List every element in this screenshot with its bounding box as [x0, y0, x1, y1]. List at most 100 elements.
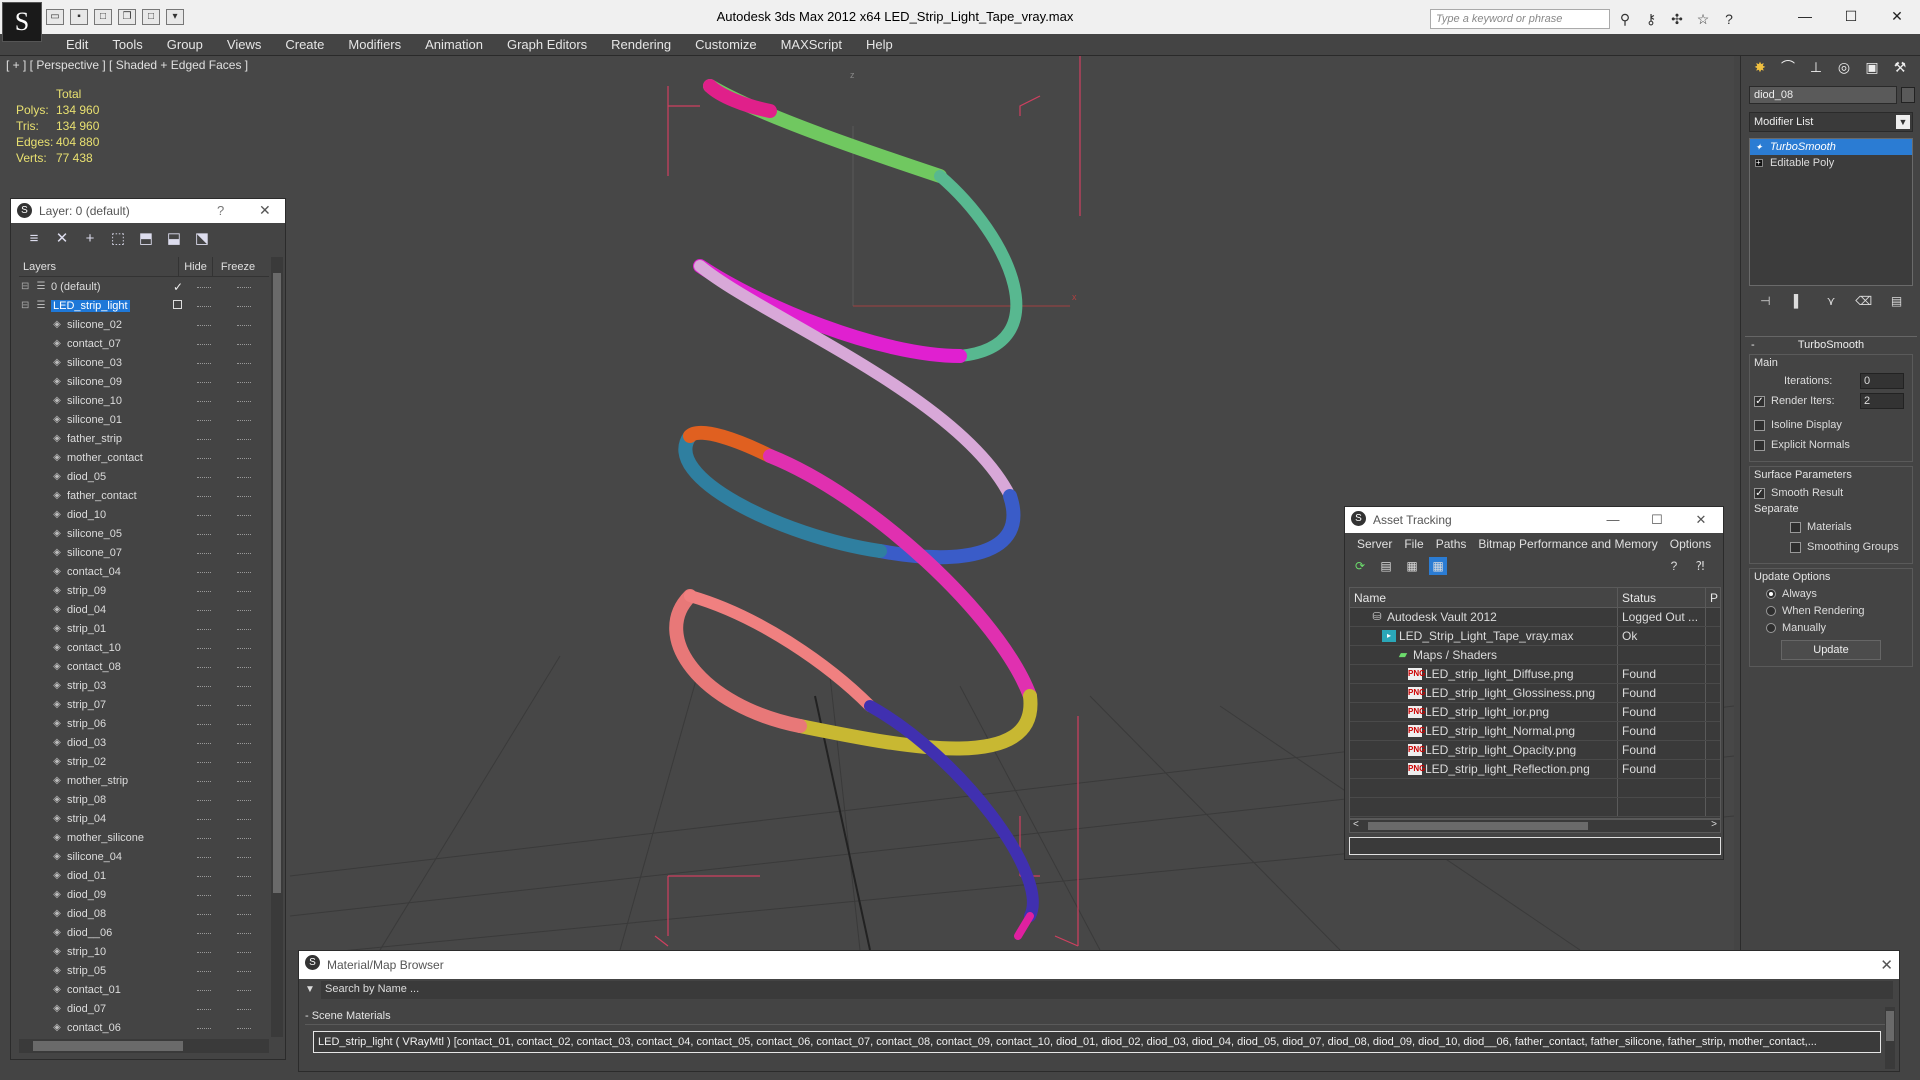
- hide-toggle[interactable]: [197, 534, 211, 535]
- utilities-tab-icon[interactable]: ⚒: [1889, 56, 1911, 78]
- layer-name[interactable]: strip_02: [67, 756, 106, 768]
- update-button[interactable]: Update: [1781, 640, 1881, 660]
- asset-tracking-titlebar[interactable]: S Asset Tracking — ☐ ✕: [1345, 507, 1723, 533]
- close-button[interactable]: ✕: [1874, 0, 1920, 32]
- layer-name[interactable]: father_contact: [67, 490, 137, 502]
- chevron-down-icon[interactable]: ▼: [1896, 115, 1910, 129]
- hide-toggle[interactable]: [197, 895, 211, 896]
- hide-toggle[interactable]: [197, 933, 211, 934]
- tools-icon[interactable]: ✣: [1668, 10, 1686, 28]
- hide-toggle[interactable]: [197, 762, 211, 763]
- layer-name[interactable]: strip_08: [67, 794, 106, 806]
- asset-row[interactable]: PNG LED_strip_light_ior.png Found: [1350, 703, 1720, 722]
- freeze-toggle[interactable]: [237, 952, 251, 953]
- layer-row[interactable]: ◈ mother_contact: [19, 448, 269, 467]
- iterations-spinner[interactable]: 0: [1860, 373, 1904, 389]
- layer-name[interactable]: strip_07: [67, 699, 106, 711]
- hide-toggle[interactable]: [197, 952, 211, 953]
- horizontal-scrollbar[interactable]: [19, 1039, 269, 1053]
- select-objects-icon[interactable]: ⬚: [109, 230, 127, 248]
- hide-toggle[interactable]: [197, 344, 211, 345]
- refresh-icon[interactable]: ⟳: [1351, 557, 1369, 575]
- asset-menu-bitmap[interactable]: Bitmap Performance and Memory: [1472, 533, 1663, 555]
- layer-row[interactable]: ◈ contact_06: [19, 1018, 269, 1037]
- layer-row[interactable]: ◈ strip_08: [19, 790, 269, 809]
- asset-menu-paths[interactable]: Paths: [1430, 533, 1473, 555]
- render-iters-spinner[interactable]: 2: [1860, 393, 1904, 409]
- layer-name[interactable]: silicone_07: [67, 547, 122, 559]
- layer-row[interactable]: ◈ strip_06: [19, 714, 269, 733]
- menu-graph-editors[interactable]: Graph Editors: [495, 34, 599, 56]
- layer-row[interactable]: ◈ silicone_10: [19, 391, 269, 410]
- collapse-icon[interactable]: -: [1751, 337, 1755, 353]
- material-browser-titlebar[interactable]: S Material/Map Browser ✕: [299, 951, 1899, 979]
- vertical-scrollbar[interactable]: [271, 257, 283, 1037]
- freeze-toggle[interactable]: [237, 420, 251, 421]
- layers-icon[interactable]: ≡: [25, 230, 43, 248]
- hide-toggle[interactable]: [197, 420, 211, 421]
- hide-toggle[interactable]: [197, 971, 211, 972]
- layer-name[interactable]: strip_03: [67, 680, 106, 692]
- menu-rendering[interactable]: Rendering: [599, 34, 683, 56]
- layer-row[interactable]: ◈ diod_10: [19, 505, 269, 524]
- menu-tools[interactable]: Tools: [100, 34, 154, 56]
- help-button[interactable]: ?: [217, 203, 224, 218]
- layer-row[interactable]: ◈ silicone_04: [19, 847, 269, 866]
- hide-toggle[interactable]: [197, 1009, 211, 1010]
- menu-views[interactable]: Views: [215, 34, 273, 56]
- layer-name[interactable]: silicone_01: [67, 414, 122, 426]
- layer-row[interactable]: ◈ contact_07: [19, 334, 269, 353]
- hide-toggle[interactable]: [197, 458, 211, 459]
- set-current-box-icon[interactable]: [173, 300, 182, 309]
- layer-name[interactable]: diod_01: [67, 870, 106, 882]
- freeze-toggle[interactable]: [237, 344, 251, 345]
- hide-toggle[interactable]: [197, 705, 211, 706]
- hide-toggle[interactable]: [197, 515, 211, 516]
- hide-toggle[interactable]: [197, 572, 211, 573]
- minimize-button[interactable]: —: [1782, 0, 1828, 32]
- freeze-toggle[interactable]: [237, 591, 251, 592]
- hide-toggle[interactable]: [197, 591, 211, 592]
- hide-all-icon[interactable]: ⬓: [165, 230, 183, 248]
- layer-name[interactable]: father_strip: [67, 433, 122, 445]
- hide-toggle[interactable]: [197, 914, 211, 915]
- star-icon[interactable]: ☆: [1694, 10, 1712, 28]
- layer-row[interactable]: ◈ strip_09: [19, 581, 269, 600]
- layer-row[interactable]: ◈ diod__06: [19, 923, 269, 942]
- layer-row[interactable]: ◈ contact_04: [19, 562, 269, 581]
- layer-row[interactable]: ◈ strip_10: [19, 942, 269, 961]
- layer-name[interactable]: strip_05: [67, 965, 106, 977]
- layer-name[interactable]: contact_06: [67, 1022, 121, 1034]
- close-button[interactable]: ✕: [259, 202, 271, 219]
- menu-modifiers[interactable]: Modifiers: [336, 34, 413, 56]
- freeze-toggle[interactable]: [237, 895, 251, 896]
- layer-row[interactable]: ◈ diod_01: [19, 866, 269, 885]
- material-entry[interactable]: LED_strip_light ( VRayMtl ) [contact_01,…: [313, 1031, 1881, 1053]
- scene-materials-group[interactable]: - Scene Materials: [305, 1007, 1885, 1025]
- layer-row[interactable]: ◈ diod_07: [19, 999, 269, 1018]
- freeze-toggle[interactable]: [237, 686, 251, 687]
- col-layers[interactable]: Layers: [19, 257, 179, 276]
- hide-toggle[interactable]: [197, 382, 211, 383]
- layer-name[interactable]: strip_10: [67, 946, 106, 958]
- freeze-toggle[interactable]: [237, 306, 251, 307]
- layer-name[interactable]: LED_strip_light: [51, 299, 130, 312]
- layer-name[interactable]: silicone_03: [67, 357, 122, 369]
- menu-create[interactable]: Create: [273, 34, 336, 56]
- freeze-toggle[interactable]: [237, 629, 251, 630]
- freeze-toggle[interactable]: [237, 838, 251, 839]
- freeze-toggle[interactable]: [237, 667, 251, 668]
- layer-row[interactable]: ◈ diod_05: [19, 467, 269, 486]
- layer-row[interactable]: ◈ diod_09: [19, 885, 269, 904]
- hide-toggle[interactable]: [197, 876, 211, 877]
- search-input[interactable]: Search by Name ...: [321, 981, 1893, 999]
- layer-name[interactable]: strip_09: [67, 585, 106, 597]
- layer-name[interactable]: silicone_10: [67, 395, 122, 407]
- freeze-toggle[interactable]: [237, 287, 251, 288]
- asset-row[interactable]: ▸ LED_Strip_Light_Tape_vray.max Ok: [1350, 627, 1720, 646]
- hide-toggle[interactable]: [197, 838, 211, 839]
- add-layer-icon[interactable]: +: [81, 230, 99, 248]
- layer-name[interactable]: diod_08: [67, 908, 106, 920]
- menu-edit[interactable]: Edit: [54, 34, 100, 56]
- object-name-field[interactable]: diod_08: [1749, 86, 1897, 104]
